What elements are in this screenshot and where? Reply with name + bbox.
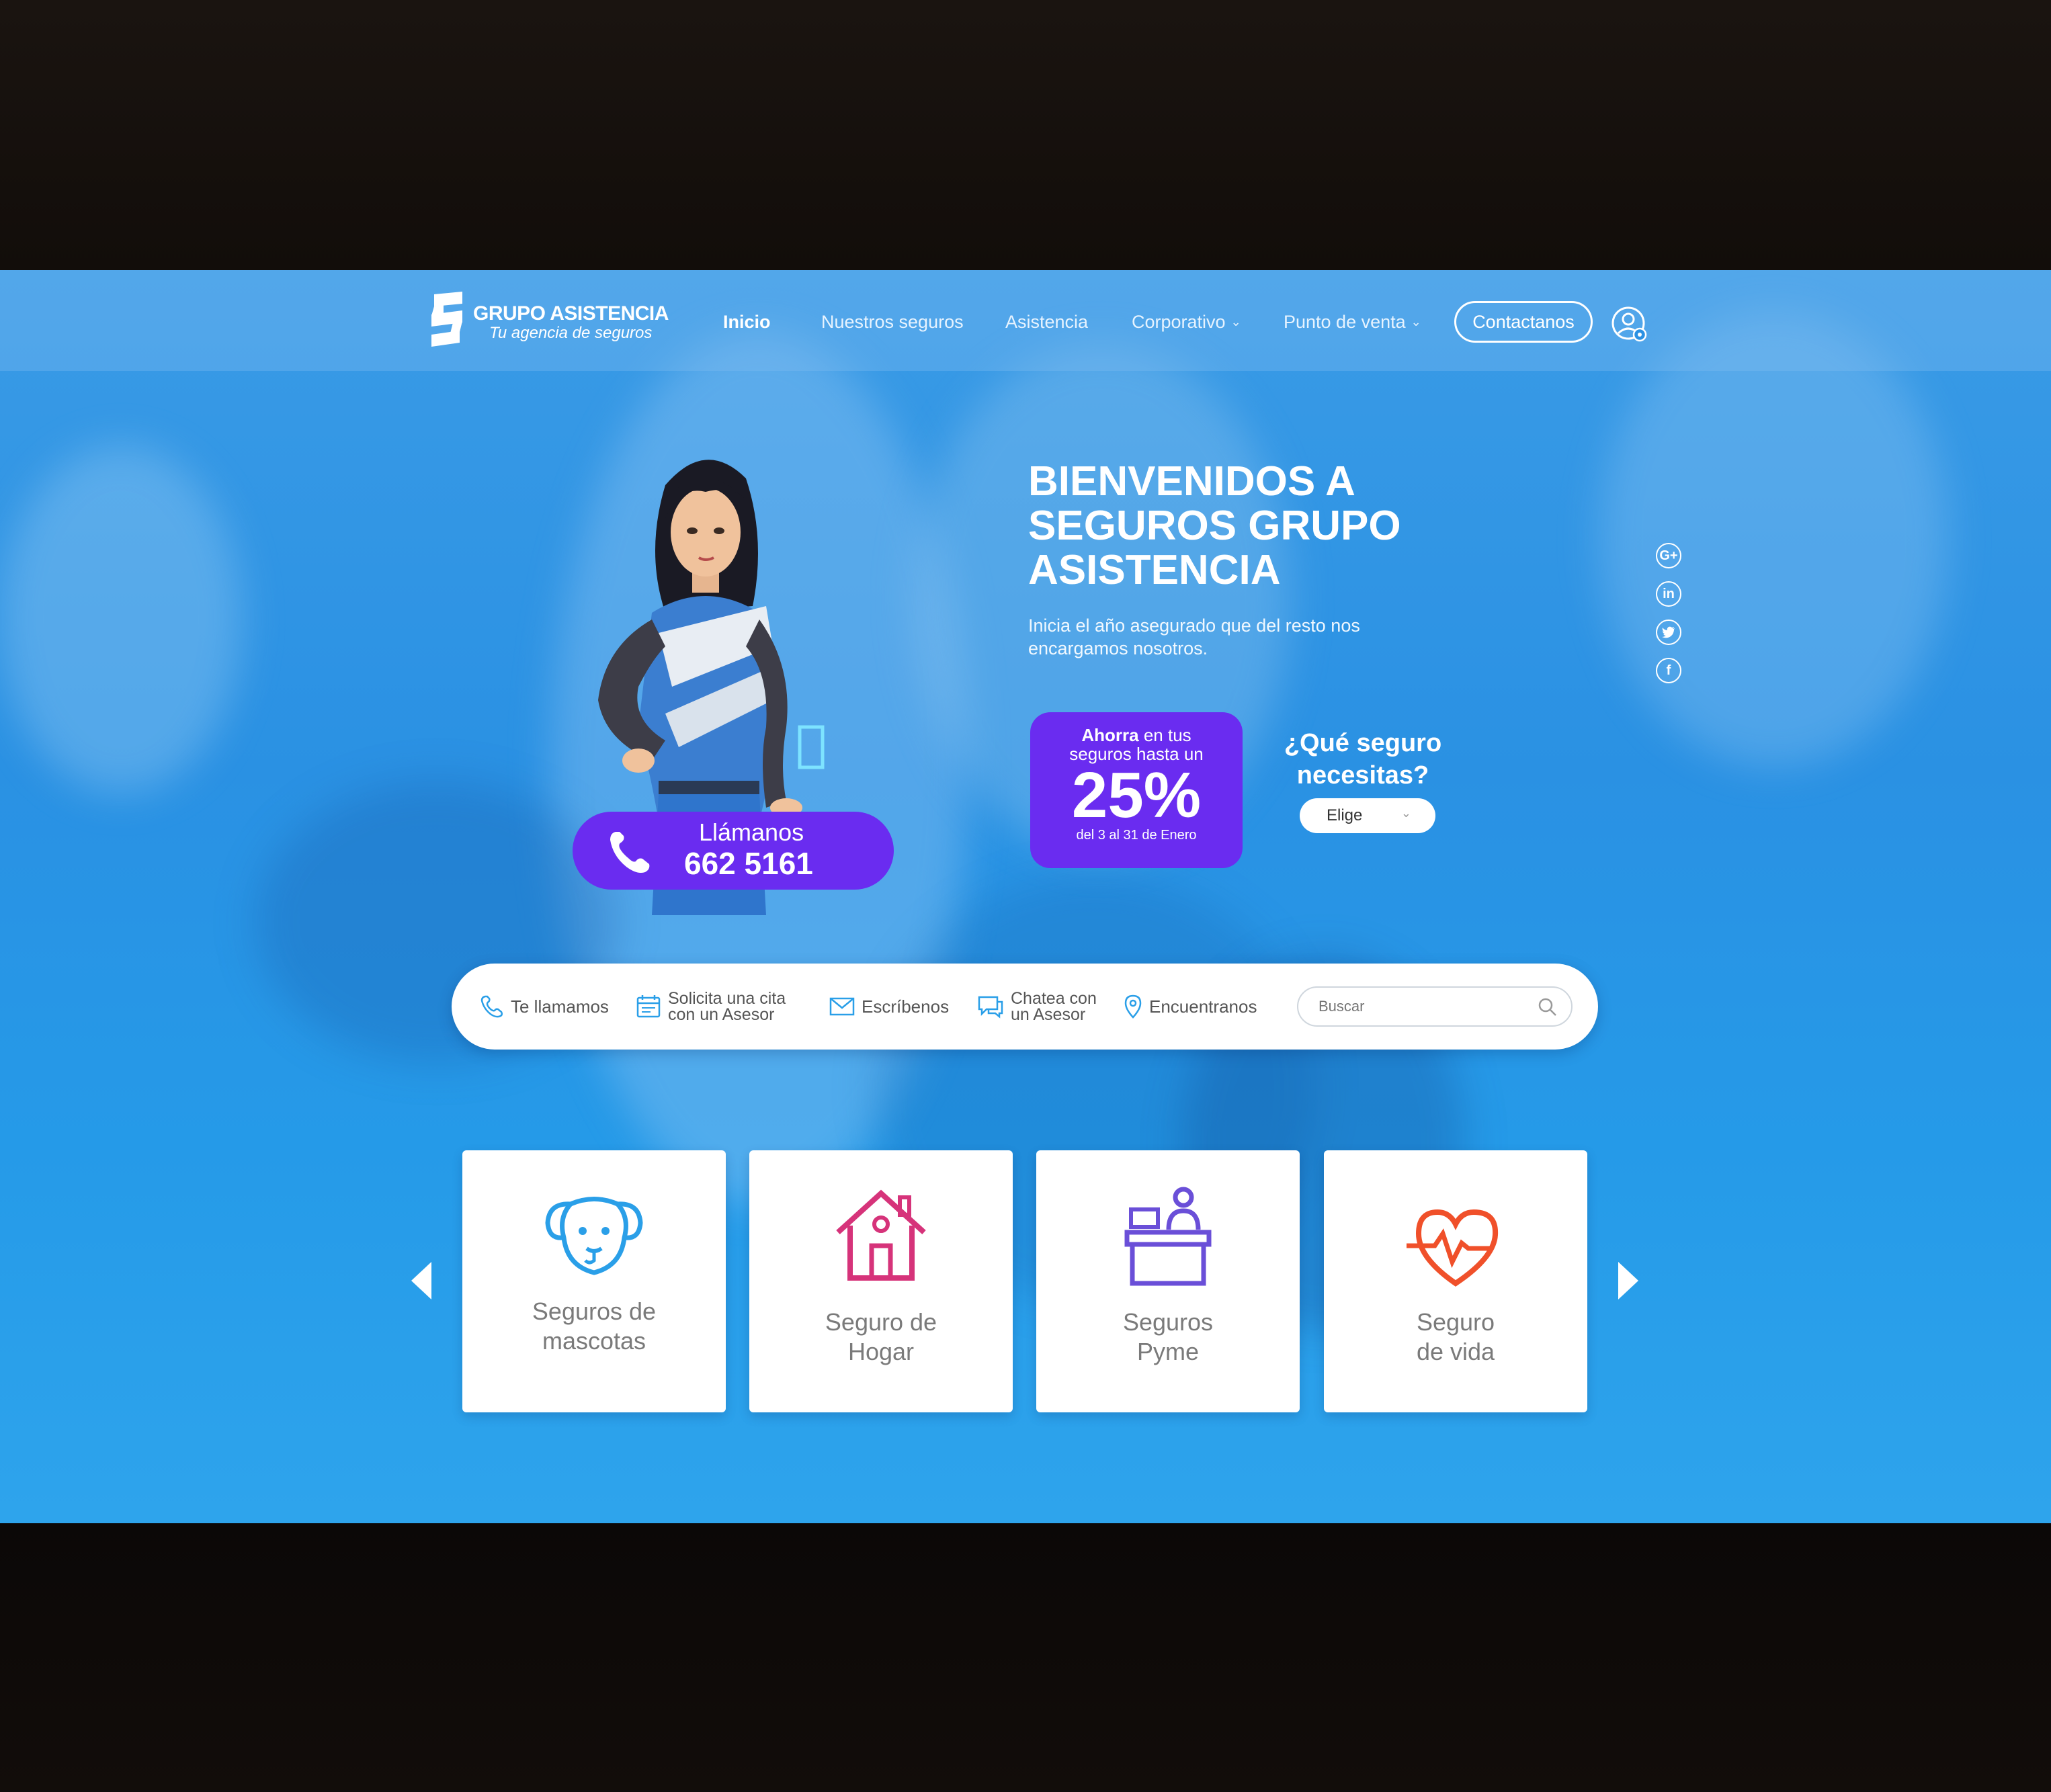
card-life-insurance[interactable]: Seguro de vida — [1324, 1150, 1587, 1412]
action-write[interactable]: Escríbenos — [829, 964, 949, 1050]
card-pet-insurance[interactable]: Seguros de mascotas — [462, 1150, 726, 1412]
promo-text: en tus — [1143, 725, 1191, 745]
contact-button[interactable]: Contactanos — [1454, 301, 1593, 343]
dog-icon — [545, 1197, 643, 1275]
logo-mark-icon — [431, 292, 462, 347]
google-plus-icon[interactable]: G+ — [1656, 543, 1681, 568]
action-label: Chatea con — [1011, 989, 1097, 1008]
call-number: 662 5161 — [684, 846, 813, 881]
select-value: Elige — [1327, 806, 1363, 824]
card-label: Seguros de — [532, 1297, 657, 1325]
carousel-next-arrow[interactable] — [1618, 1262, 1638, 1299]
nav-label: Inicio — [723, 312, 771, 332]
search-box[interactable] — [1297, 986, 1573, 1027]
call-us-button[interactable]: Llámanos 662 5161 — [573, 812, 894, 890]
user-account-icon[interactable] — [1612, 306, 1648, 343]
heart-pulse-icon — [1407, 1209, 1499, 1287]
brand-logo[interactable]: GRUPO ASISTENCIA Tu agencia de seguros — [430, 292, 669, 353]
nav-item-corporativo[interactable]: Corporativo ⌄ — [1132, 312, 1241, 333]
carousel-prev-arrow[interactable] — [411, 1262, 431, 1299]
action-label: Solicita una cita — [668, 989, 786, 1008]
card-label: Seguros — [1122, 1308, 1214, 1336]
card-label: Pyme — [1136, 1338, 1200, 1365]
action-label: Te llamamos — [511, 996, 609, 1017]
card-home-insurance[interactable]: Seguro de Hogar — [749, 1150, 1013, 1412]
desk-icon — [1124, 1187, 1212, 1286]
action-label: un Asesor — [1011, 1005, 1086, 1024]
brand-tagline: Tu agencia de seguros — [489, 324, 653, 342]
nav-label: Nuestros seguros — [821, 312, 964, 332]
action-label: Encuentranos — [1149, 996, 1257, 1017]
nav-item-inicio[interactable]: Inicio — [723, 312, 771, 333]
top-navbar: GRUPO ASISTENCIA Tu agencia de seguros I… — [0, 270, 2051, 371]
frame-bottom — [0, 1523, 2051, 1792]
chevron-down-icon: ⌄ — [1411, 315, 1421, 329]
action-label: Escríbenos — [862, 996, 950, 1017]
insurance-select[interactable]: Elige ⌄ — [1300, 798, 1435, 833]
nav-item-punto-de-venta[interactable]: Punto de venta ⌄ — [1284, 312, 1421, 333]
action-chat[interactable]: Chatea con un Asesor — [977, 964, 1097, 1050]
calendar-icon — [636, 995, 661, 1018]
chevron-down-icon: ⌄ — [1400, 806, 1411, 820]
linkedin-icon[interactable]: in — [1656, 581, 1681, 607]
promo-date: del 3 al 31 de Enero — [1076, 828, 1197, 843]
brand-name: GRUPO ASISTENCIA — [473, 302, 669, 325]
card-label: de vida — [1416, 1338, 1495, 1365]
search-input[interactable] — [1317, 997, 1521, 1016]
nav-label: Corporativo — [1132, 312, 1226, 332]
chat-icon — [978, 996, 1003, 1019]
action-call-back[interactable]: Te llamamos — [480, 964, 609, 1050]
facebook-icon[interactable]: f — [1656, 658, 1681, 683]
hero-title: BIENVENIDOS A SEGUROS GRUPO ASISTENCIA — [1028, 458, 1401, 593]
hero-photo-bg — [1599, 310, 1949, 767]
promo-badge: Ahorra en tus seguros hasta un 25% del 3 … — [1030, 712, 1243, 868]
frame-top — [0, 0, 2051, 270]
location-pin-icon — [1124, 994, 1142, 1019]
action-label: con un Asesor — [668, 1005, 775, 1024]
chevron-down-icon: ⌄ — [1230, 315, 1241, 329]
card-label: Hogar — [847, 1338, 915, 1365]
phone-icon — [610, 832, 650, 873]
mail-icon — [829, 997, 855, 1016]
promo-percent: 25% — [1071, 759, 1202, 831]
search-icon[interactable] — [1538, 997, 1558, 1017]
action-locate[interactable]: Encuentranos — [1124, 964, 1257, 1050]
card-business-insurance[interactable]: Seguros Pyme — [1036, 1150, 1300, 1412]
call-label: Llámanos — [699, 818, 804, 846]
twitter-icon[interactable] — [1656, 620, 1681, 645]
nav-label: Punto de venta — [1284, 312, 1406, 332]
card-label: Seguro de — [825, 1308, 937, 1336]
website: GRUPO ASISTENCIA Tu agencia de seguros I… — [0, 270, 2051, 1523]
house-icon — [836, 1189, 926, 1281]
nav-item-asistencia[interactable]: Asistencia — [1005, 312, 1088, 333]
hero-subtitle: Inicia el año asegurado que del resto no… — [1028, 615, 1360, 658]
nav-label: Asistencia — [1005, 312, 1089, 332]
action-appointment[interactable]: Solicita una cita con un Asesor — [636, 964, 786, 1050]
promo-bold: Ahorra — [1081, 725, 1139, 745]
card-label: Seguro — [1416, 1308, 1495, 1336]
hero-photo-bg — [0, 445, 242, 794]
nav-item-nuestros-seguros[interactable]: Nuestros seguros — [821, 312, 964, 333]
insurance-question: ¿Qué seguro necesitas? — [1284, 729, 1442, 790]
card-label: mascotas — [542, 1327, 646, 1355]
quick-actions-bar: Te llamamos Solicita una cita con un Ases… — [452, 964, 1598, 1050]
phone-icon — [480, 995, 503, 1018]
